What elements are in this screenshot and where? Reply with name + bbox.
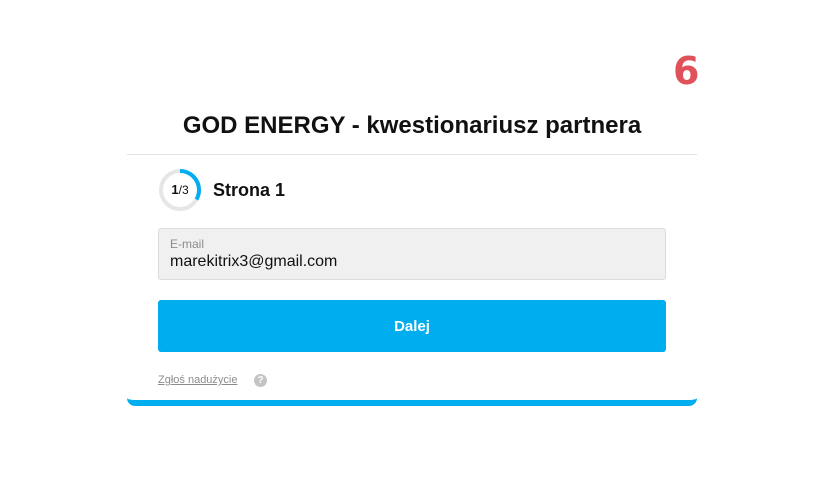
title-divider	[127, 154, 697, 155]
email-value[interactable]: marekitrix3@gmail.com	[170, 252, 337, 272]
questionnaire-card: GOD ENERGY - kwestionariusz partnera 1/3…	[127, 95, 697, 406]
help-icon[interactable]: ?	[254, 374, 267, 387]
page: 6 GOD ENERGY - kwestionariusz partnera 1…	[0, 0, 827, 499]
page-label: Strona 1	[213, 180, 286, 200]
progress-counter: 1/3	[158, 168, 202, 212]
email-field[interactable]: E-mail marekitrix3@gmail.com	[158, 228, 666, 280]
corner-number: 6	[673, 49, 700, 93]
form-title: GOD ENERGY - kwestionariusz partnera	[182, 112, 642, 139]
progress-current: 1	[171, 182, 179, 197]
next-button[interactable]: Dalej	[158, 300, 666, 352]
email-label: E-mail	[170, 237, 205, 251]
progress-total: /3	[178, 183, 189, 197]
report-abuse-link[interactable]: Zgłoś nadużycie	[158, 373, 238, 387]
